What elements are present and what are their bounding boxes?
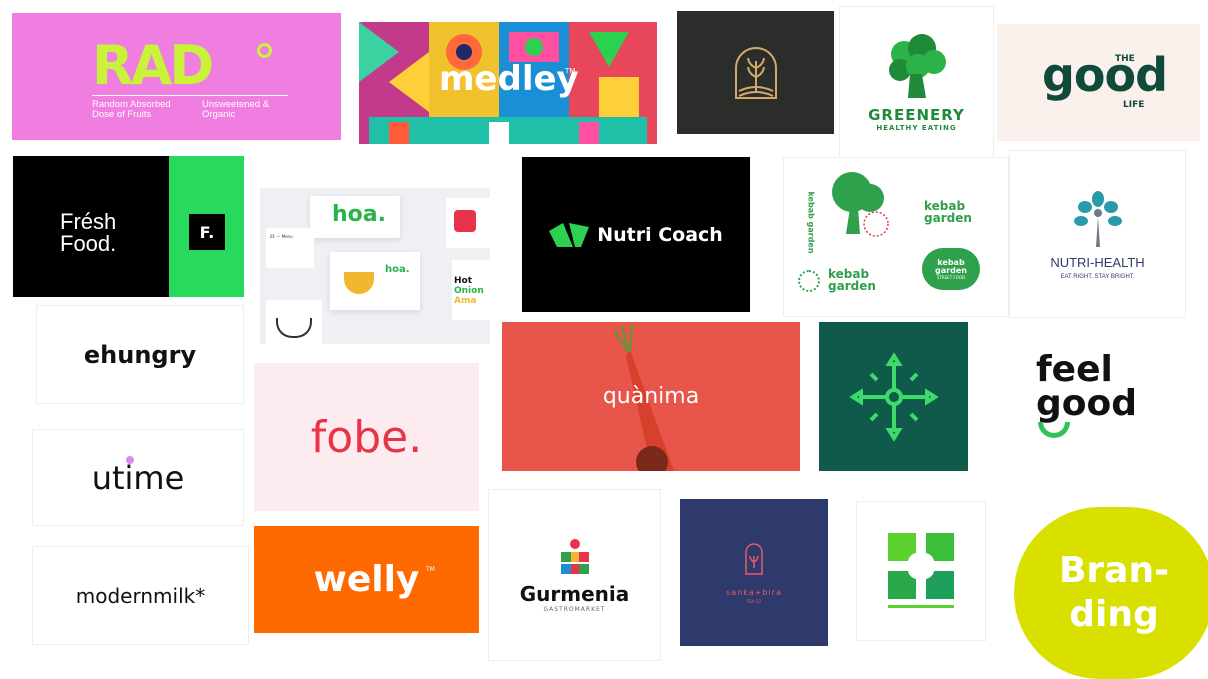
hoa-logo: hoa. xyxy=(332,202,386,227)
welly-logo: welly xyxy=(313,559,420,600)
nutri-health-logo-card: NUTRI-HEALTH EAT RIGHT, STAY BRIGHT. xyxy=(1010,151,1185,317)
feel-good-logo-card: feel good xyxy=(978,318,1207,470)
bowl-icon xyxy=(344,272,374,294)
greenery-name: GREENERY xyxy=(868,106,965,124)
wheat-emblem-card xyxy=(677,11,834,134)
sanka-bira-leaf-icon xyxy=(745,542,763,575)
nutri-coach-name: Nutri Coach xyxy=(597,223,723,246)
hoa-item-ama: Ama xyxy=(454,296,477,306)
hoa-item-hot: Hot xyxy=(454,276,473,286)
fresh-food-logo-card: Frésh Food. F. xyxy=(13,156,244,297)
quanima-logo-card: quànima xyxy=(502,322,800,471)
hoa-card-menu-list: Hot Onion Ama xyxy=(452,260,490,320)
rad-left-text: Random Absorbed Dose of Fruits xyxy=(92,99,171,121)
fresh-food-line1: Frésh xyxy=(60,209,117,234)
gurmenia-tagline: GASTROMARKET xyxy=(543,605,606,613)
modernmilk-logo-card: modernmilk* xyxy=(33,547,248,644)
gurmenia-mosaic-icon xyxy=(560,538,589,574)
utime-dot-icon xyxy=(126,456,134,464)
takeout-box-icon xyxy=(454,210,476,232)
sanka-bira-name: sanka+bira xyxy=(726,587,782,597)
green-cross-leaf-icon xyxy=(888,533,954,608)
hoa-card-gift xyxy=(446,198,490,248)
wheat-arch-icon xyxy=(734,46,777,99)
hoa-card-menu: 01 — Menu xyxy=(266,228,314,268)
rad-divider xyxy=(92,95,288,96)
ehungry-logo: ehungry xyxy=(83,340,197,369)
kebab-garden-logo-card: kebab garden kebab garden kebab garden k… xyxy=(784,158,1008,316)
fobe-logo-card: fobe. xyxy=(254,363,479,511)
medley-logo-card: medley TM xyxy=(359,22,657,144)
kebab-vertical-text: kebab garden xyxy=(806,191,816,254)
green-cross-emblem-card xyxy=(857,502,985,640)
fobe-logo: fobe. xyxy=(310,411,423,463)
medley-logo: medley xyxy=(439,59,579,99)
welly-tm: TM xyxy=(426,566,435,573)
sanka-bira-tagline: TEA CO xyxy=(746,598,762,604)
hoa-presentation-card: hoa. 01 — Menu hoa. Hot Onion Ama xyxy=(260,188,490,344)
good-life-good: good xyxy=(1042,48,1168,102)
nutri-coach-leaf-icon xyxy=(549,222,590,247)
fresh-food-badge: F. xyxy=(189,214,225,250)
rad-logo-card: RAD Random Absorbed Dose of Fruits Unswe… xyxy=(12,13,341,140)
fresh-food-badge-text: F. xyxy=(199,222,215,242)
kebab-name-bottom: kebab garden xyxy=(828,267,876,293)
welly-logo-card: welly TM xyxy=(254,526,479,633)
fresh-food-line2: Food. xyxy=(60,231,117,256)
nutri-health-tree-icon xyxy=(1073,190,1122,247)
cutlery-leaf-icon xyxy=(848,351,939,442)
hoa-logo-small: hoa. xyxy=(385,264,410,275)
good-life-logo-card: THE good LIFE xyxy=(997,24,1200,141)
nutri-health-tagline: EAT RIGHT, STAY BRIGHT. xyxy=(1060,273,1135,280)
green-cutlery-emblem-card xyxy=(819,322,968,471)
broccoli-icon xyxy=(888,34,946,98)
greenery-tagline: HEALTHY EATING xyxy=(876,124,957,132)
kebab-badge-name: kebab garden xyxy=(935,257,967,275)
rad-degree-icon xyxy=(257,43,272,58)
good-life-life: LIFE xyxy=(1123,100,1145,110)
hoa-card-bottom xyxy=(266,300,322,344)
sanka-bira-logo-card: sanka+bira TEA CO xyxy=(680,499,828,646)
feel-good-line2: good xyxy=(1036,383,1138,424)
modernmilk-logo: modernmilk* xyxy=(75,583,206,608)
branding-line1: Bran- xyxy=(1058,550,1170,591)
medley-tm: TM xyxy=(565,67,576,75)
kebab-flower-icon xyxy=(798,270,820,292)
ehungry-logo-card: ehungry xyxy=(37,306,243,403)
greenery-logo-card: GREENERY HEALTHY EATING xyxy=(840,7,993,157)
kebab-badge: kebab garden STREET FOOD xyxy=(922,248,980,290)
quanima-logo: quànima xyxy=(602,384,700,409)
rad-right-text: Unsweetened & Organic xyxy=(202,99,270,121)
kebab-name-top: kebab garden xyxy=(924,199,972,225)
bowl-outline-icon xyxy=(276,318,312,338)
hoa-item-onion: Onion xyxy=(454,286,484,296)
hoa-menu-label: 01 — Menu xyxy=(270,234,293,239)
kebab-badge-tagline: STREET FOOD xyxy=(936,274,966,280)
feel-good-smile-icon xyxy=(1038,422,1070,438)
branding-line2: ding xyxy=(1069,594,1159,635)
rad-logo: RAD xyxy=(92,34,214,97)
nutri-coach-logo-card: Nutri Coach xyxy=(522,157,750,312)
kebab-tree-icon xyxy=(832,172,889,237)
nutri-health-name: NUTRI-HEALTH xyxy=(1050,254,1145,270)
gurmenia-logo-card: Gurmenia GASTROMARKET xyxy=(489,490,660,660)
branding-circle: Bran- ding xyxy=(1014,507,1208,679)
hoa-card-bowl: hoa. xyxy=(330,252,420,310)
utime-logo: utime xyxy=(91,458,185,497)
utime-logo-card: utime xyxy=(33,430,243,525)
gurmenia-name: Gurmenia xyxy=(519,581,630,606)
hoa-card-main: hoa. xyxy=(310,196,400,238)
